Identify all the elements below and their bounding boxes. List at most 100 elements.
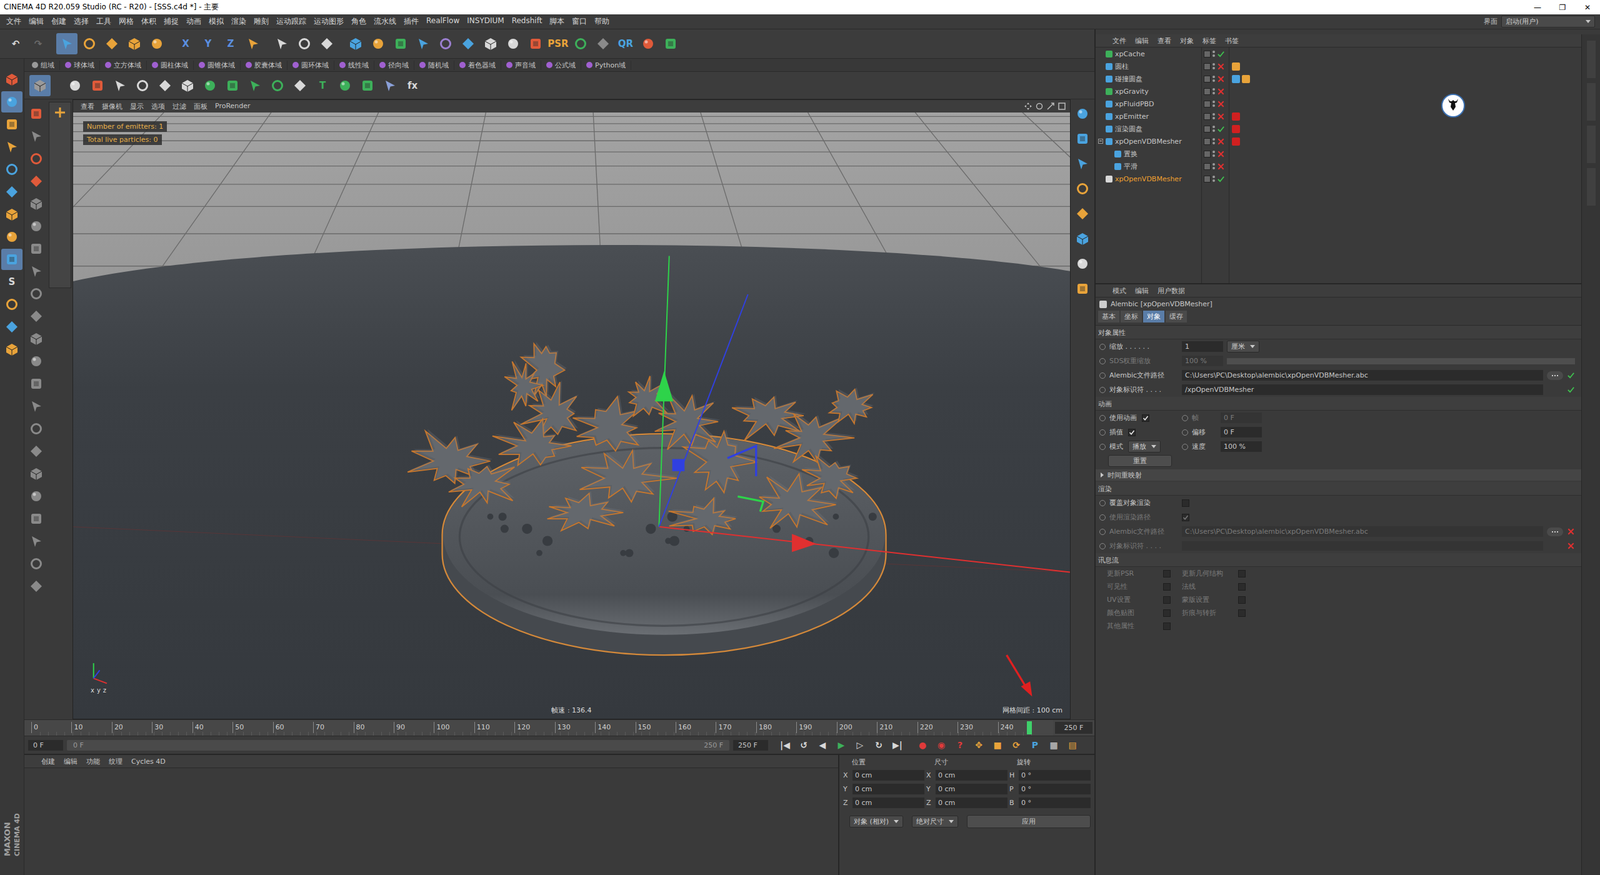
tag-icon[interactable] (1231, 137, 1240, 146)
key-button[interactable]: ● (914, 740, 931, 750)
menu-item[interactable]: 角色 (347, 16, 370, 27)
toolbar-button[interactable]: Z (220, 33, 242, 55)
tag-icon[interactable] (1241, 75, 1250, 84)
checkbox[interactable] (1163, 596, 1171, 604)
value-field[interactable]: 0 F (1220, 426, 1262, 438)
toolbar-button[interactable]: Y (197, 33, 219, 55)
tool-button[interactable]: T (311, 75, 334, 97)
checkbox[interactable] (1238, 583, 1246, 591)
menu-item[interactable]: 用户数据 (1153, 286, 1190, 296)
number-field[interactable]: 1 (1181, 341, 1224, 352)
palette-button[interactable] (25, 575, 47, 597)
check-item[interactable]: 法线 (1181, 581, 1257, 592)
toolbar-button[interactable] (146, 33, 168, 55)
value-field[interactable]: 100 % (1220, 441, 1262, 452)
tool-button[interactable] (86, 75, 109, 97)
toolbar-button[interactable]: X (175, 33, 197, 55)
coord-field[interactable]: 0 ° (1018, 783, 1091, 795)
palette-button[interactable] (25, 103, 47, 125)
toolbar-button[interactable] (592, 33, 614, 55)
object-row[interactable]: 圆柱 (1095, 60, 1582, 73)
coord-field[interactable]: 0 cm (935, 797, 1008, 809)
key-button[interactable]: ▤ (1064, 740, 1081, 750)
toolbar-button[interactable] (367, 33, 389, 55)
mode-button[interactable] (1, 91, 23, 113)
toolbar-button[interactable] (502, 33, 524, 55)
path-field[interactable]: /xpOpenVDBMesher (1181, 384, 1544, 395)
key-button[interactable]: ◉ (933, 740, 950, 750)
menu-item[interactable]: 创建 (36, 756, 60, 767)
menu-item[interactable]: 功能 (81, 756, 105, 767)
viewport-menu-item[interactable]: ProRender (211, 101, 255, 112)
playback-button[interactable]: ◀ (814, 740, 831, 750)
menu-item[interactable]: 捕捉 (160, 16, 183, 27)
check-item[interactable]: 可见性 (1106, 581, 1182, 592)
field-button[interactable]: 立方体域 (100, 60, 147, 70)
menu-item[interactable]: 纹理 (104, 756, 127, 767)
menu-item[interactable]: 雕刻 (250, 16, 273, 27)
side-button[interactable] (1071, 128, 1094, 150)
tool-button[interactable] (244, 75, 266, 97)
path-field[interactable]: C:\Users\PC\Desktop\alembic\xpOpenVDBMes… (1181, 370, 1544, 381)
value-field[interactable]: 0 F (1220, 412, 1262, 424)
mode-button[interactable] (1, 158, 23, 180)
menu-item[interactable]: 文件 (2, 16, 25, 27)
toolbar-button[interactable] (435, 33, 457, 55)
timeline-ruler[interactable]: 0102030405060708090100110120130140150160… (24, 720, 1054, 736)
menu-item[interactable]: 网格 (115, 16, 138, 27)
toolbar-button[interactable] (316, 33, 338, 55)
attribute-tab[interactable]: 坐标 (1120, 310, 1142, 323)
toolbar-button[interactable] (123, 33, 145, 55)
tool-button[interactable] (334, 75, 356, 97)
palette-button[interactable] (25, 485, 47, 507)
slider[interactable] (1226, 358, 1575, 365)
menu-item[interactable]: 编辑 (25, 16, 48, 27)
menu-item[interactable]: 动画 (182, 16, 205, 27)
menu-item[interactable]: 书签 (1220, 36, 1244, 46)
toolbar-button[interactable] (242, 33, 264, 55)
field-button[interactable]: 圆柱体域 (146, 60, 194, 70)
menu-item[interactable]: 体积 (137, 16, 160, 27)
tool-button[interactable] (109, 75, 131, 97)
window-control[interactable]: — (1525, 3, 1550, 12)
navigation-icon[interactable] (1035, 101, 1044, 111)
object-row[interactable]: xpGravity (1095, 85, 1582, 98)
tool-button[interactable] (64, 75, 86, 97)
toolbar-button[interactable] (660, 33, 682, 55)
tool-button[interactable] (221, 75, 244, 97)
key-button[interactable]: ✥ (970, 740, 987, 750)
mode-button[interactable] (1, 293, 23, 315)
tag-icon[interactable] (1231, 75, 1240, 84)
palette-button[interactable] (25, 283, 47, 305)
checkbox[interactable] (1128, 428, 1136, 437)
checkbox[interactable] (1163, 583, 1171, 591)
path-field[interactable]: C:\Users\PC\Desktop\alembic\xpOpenVDBMes… (1181, 526, 1544, 537)
mode-button[interactable] (1, 136, 23, 158)
toolbar-button[interactable] (525, 33, 547, 55)
field-button[interactable]: 线性域 (334, 60, 375, 70)
coord-field[interactable]: 0 cm (852, 797, 925, 809)
coord-field[interactable]: 0 cm (852, 770, 925, 781)
tool-button[interactable]: fx (401, 75, 424, 97)
playhead[interactable] (1026, 721, 1032, 735)
playback-button[interactable]: ↻ (870, 740, 887, 750)
check-item[interactable]: 颜色贴图 (1106, 607, 1182, 619)
palette-button[interactable] (25, 170, 47, 192)
menu-item[interactable]: 编辑 (1130, 36, 1154, 46)
expand-toggle[interactable] (1098, 138, 1104, 144)
browse-button[interactable] (1546, 371, 1564, 380)
mode-button[interactable] (1, 68, 23, 90)
key-button[interactable]: ? (951, 740, 969, 750)
tag-icon[interactable] (1231, 125, 1240, 134)
field-button[interactable]: 胶囊体域 (240, 60, 288, 70)
field-button[interactable]: Python域 (581, 60, 632, 70)
checkbox[interactable] (1238, 596, 1246, 604)
attribute-tab[interactable]: 缓存 (1165, 310, 1187, 323)
menu-item[interactable]: INSYDIUM (463, 16, 508, 27)
tool-button[interactable] (356, 75, 379, 97)
tool-button[interactable] (176, 75, 199, 97)
slider-value[interactable]: 100 % (1181, 355, 1224, 367)
toolbar-button[interactable] (101, 33, 123, 55)
palette-button[interactable] (25, 418, 47, 440)
add-icon[interactable] (53, 106, 67, 119)
